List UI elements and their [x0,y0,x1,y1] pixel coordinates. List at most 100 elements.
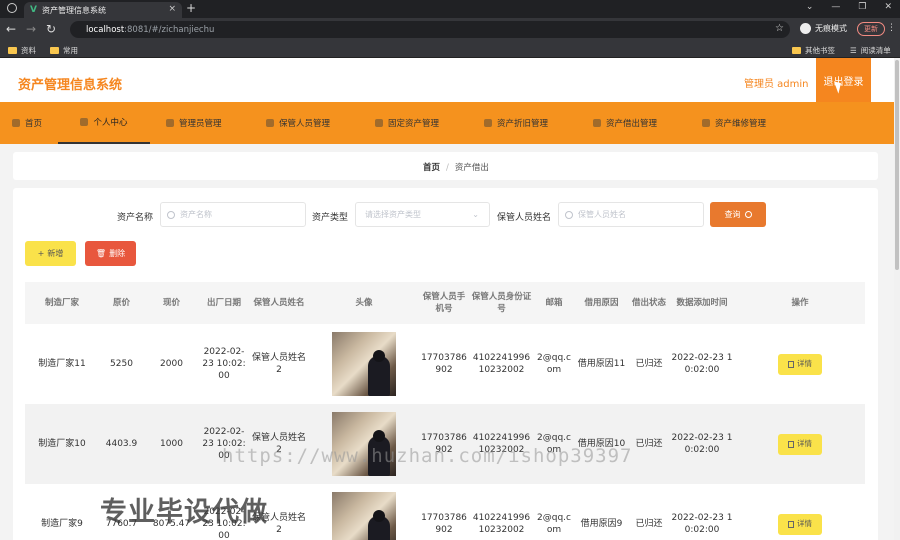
chevron-down-icon: ⌄ [472,210,479,219]
menu-icon [702,119,710,127]
logout-button[interactable]: 退出登录 [816,58,871,102]
more-menu-icon[interactable]: ⋮ [887,23,896,33]
home-icon [12,119,20,127]
incognito-label: 无痕模式 [815,24,847,33]
search-icon [565,210,573,219]
app-header: 资产管理信息系统 管理员 admin 退出登录 [0,58,894,102]
header-phone: 保管人员手机号 [422,292,466,314]
nav-item-home[interactable]: 首页 [12,102,42,144]
breadcrumb-home[interactable]: 首页 [423,163,440,173]
cell-date: 2022-02-23 10:02:00 [202,347,246,381]
nav-item-keepers[interactable]: 保管人员管理 [266,102,330,144]
url-host: localhost [86,24,125,35]
cell-status: 已归还 [635,519,663,529]
back-arrow-icon[interactable]: ← [6,22,16,36]
cell-added: 2022-02-23 10:02:00 [671,433,733,455]
cell-added: 2022-02-23 10:02:00 [671,513,733,535]
asset-name-label: 资产名称 [117,213,154,223]
watermark-text: 专业毕设代做 [100,497,268,528]
incognito-icon [800,23,811,34]
nav-label: 资产借出管理 [606,119,658,129]
nav-item-repair[interactable]: 资产维修管理 [702,102,766,144]
nav-item-fixed-assets[interactable]: 固定资产管理 [375,102,439,144]
cell-status: 已归还 [635,359,663,369]
detail-button[interactable]: 详情 [778,433,822,455]
header-status: 借出状态 [631,298,666,308]
url-field[interactable]: localhost:8081/#/zichanjiechu [70,21,790,38]
cell-email: 2@qq.com [537,433,571,455]
cell-idno: 410224199610232002 [472,353,531,375]
app-title: 资产管理信息系统 [18,78,123,93]
bookmark-folder-ziliao[interactable]: 资料 [8,45,36,56]
avatar[interactable] [332,332,396,396]
search-button[interactable]: 查询 [710,202,766,227]
cell-email: 2@qq.com [537,353,571,375]
cell-reason: 借用原因9 [580,519,623,529]
header-date: 出厂日期 [206,298,241,308]
delete-button-label: 删除 [109,249,126,258]
nav-label: 个人中心 [93,118,128,128]
nav-label: 资产维修管理 [715,119,767,129]
avatar[interactable] [332,492,396,540]
update-button[interactable]: 更新 [857,22,885,36]
bookmark-folder-changyong[interactable]: 常用 [50,45,78,56]
url-path: :8081/#/zichanjiechu [124,24,215,35]
asset-type-label: 资产类型 [312,213,349,223]
nav-item-depreciation[interactable]: 资产折旧管理 [484,102,548,144]
globe-icon [7,3,17,13]
detail-button[interactable]: 详情 [778,353,822,375]
bookmark-label: 常用 [63,46,78,55]
header-orig-price: 原价 [112,298,130,308]
nav-item-admins[interactable]: 管理员管理 [166,102,222,144]
asset-type-placeholder: 请选择资产类型 [365,210,421,219]
bookmark-label: 资料 [21,46,36,55]
detail-button-label: 详情 [797,519,812,528]
cell-cur-price: 2000 [160,359,183,369]
page-scrollbar-thumb[interactable] [895,60,899,270]
menu-icon [593,119,601,127]
header-avatar: 头像 [355,298,373,308]
delete-button[interactable]: 🗑 删除 [85,241,136,266]
header-actions: 操作 [791,298,809,308]
search-icon [167,210,175,219]
asset-type-select[interactable]: 请选择资产类型 ⌄ [355,202,490,227]
incognito-indicator[interactable]: 无痕模式 [800,23,847,34]
detail-button-label: 详情 [797,439,812,448]
tab-search-icon[interactable]: ⌄ [806,2,814,12]
document-icon [788,520,794,528]
folder-icon [50,47,59,54]
header-idno: 保管人员身份证号 [471,292,532,314]
minimize-button[interactable]: — [831,2,840,12]
asset-name-input[interactable]: 资产名称 [160,202,306,227]
reload-icon[interactable]: ↻ [46,22,56,36]
cell-keeper: 保管人员姓名2 [251,433,306,455]
menu-icon [266,119,274,127]
tab-close-icon[interactable]: × [168,4,176,14]
maximize-button[interactable]: ❐ [858,2,866,12]
browser-tab[interactable]: V 资产管理信息系统 × [24,2,182,18]
new-tab-button[interactable]: + [186,1,196,15]
breadcrumb-separator: / [446,163,449,173]
reading-list[interactable]: ☰ 阅读清单 [850,45,891,56]
detail-button-label: 详情 [797,359,812,368]
cell-actions: 详情 [735,404,865,484]
header-email: 邮箱 [545,298,563,308]
address-bar-row: ← → ↻ localhost:8081/#/zichanjiechu ☆ 无痕… [0,18,900,42]
close-window-button[interactable]: ✕ [884,2,892,12]
cell-added: 2022-02-23 10:02:00 [671,353,733,375]
nav-item-lending[interactable]: 资产借出管理 [593,102,657,144]
bookmark-star-icon[interactable]: ☆ [775,23,784,34]
nav-label: 保管人员管理 [279,119,331,129]
forward-arrow-icon[interactable]: → [26,22,36,36]
bookmark-folder-other[interactable]: 其他书签 [792,45,835,56]
add-button[interactable]: + 新增 [25,241,76,266]
nav-item-personal[interactable]: 个人中心 [58,102,150,144]
cell-phone: 17703786902 [421,353,467,375]
keeper-name-placeholder: 保管人员姓名 [578,210,626,219]
header-maker: 制造厂家 [44,298,79,308]
breadcrumb-current: 资产借出 [454,163,489,173]
detail-button[interactable]: 详情 [778,513,822,535]
nav-label: 管理员管理 [179,119,222,129]
keeper-name-input[interactable]: 保管人员姓名 [558,202,704,227]
search-button-label: 查询 [724,210,741,219]
